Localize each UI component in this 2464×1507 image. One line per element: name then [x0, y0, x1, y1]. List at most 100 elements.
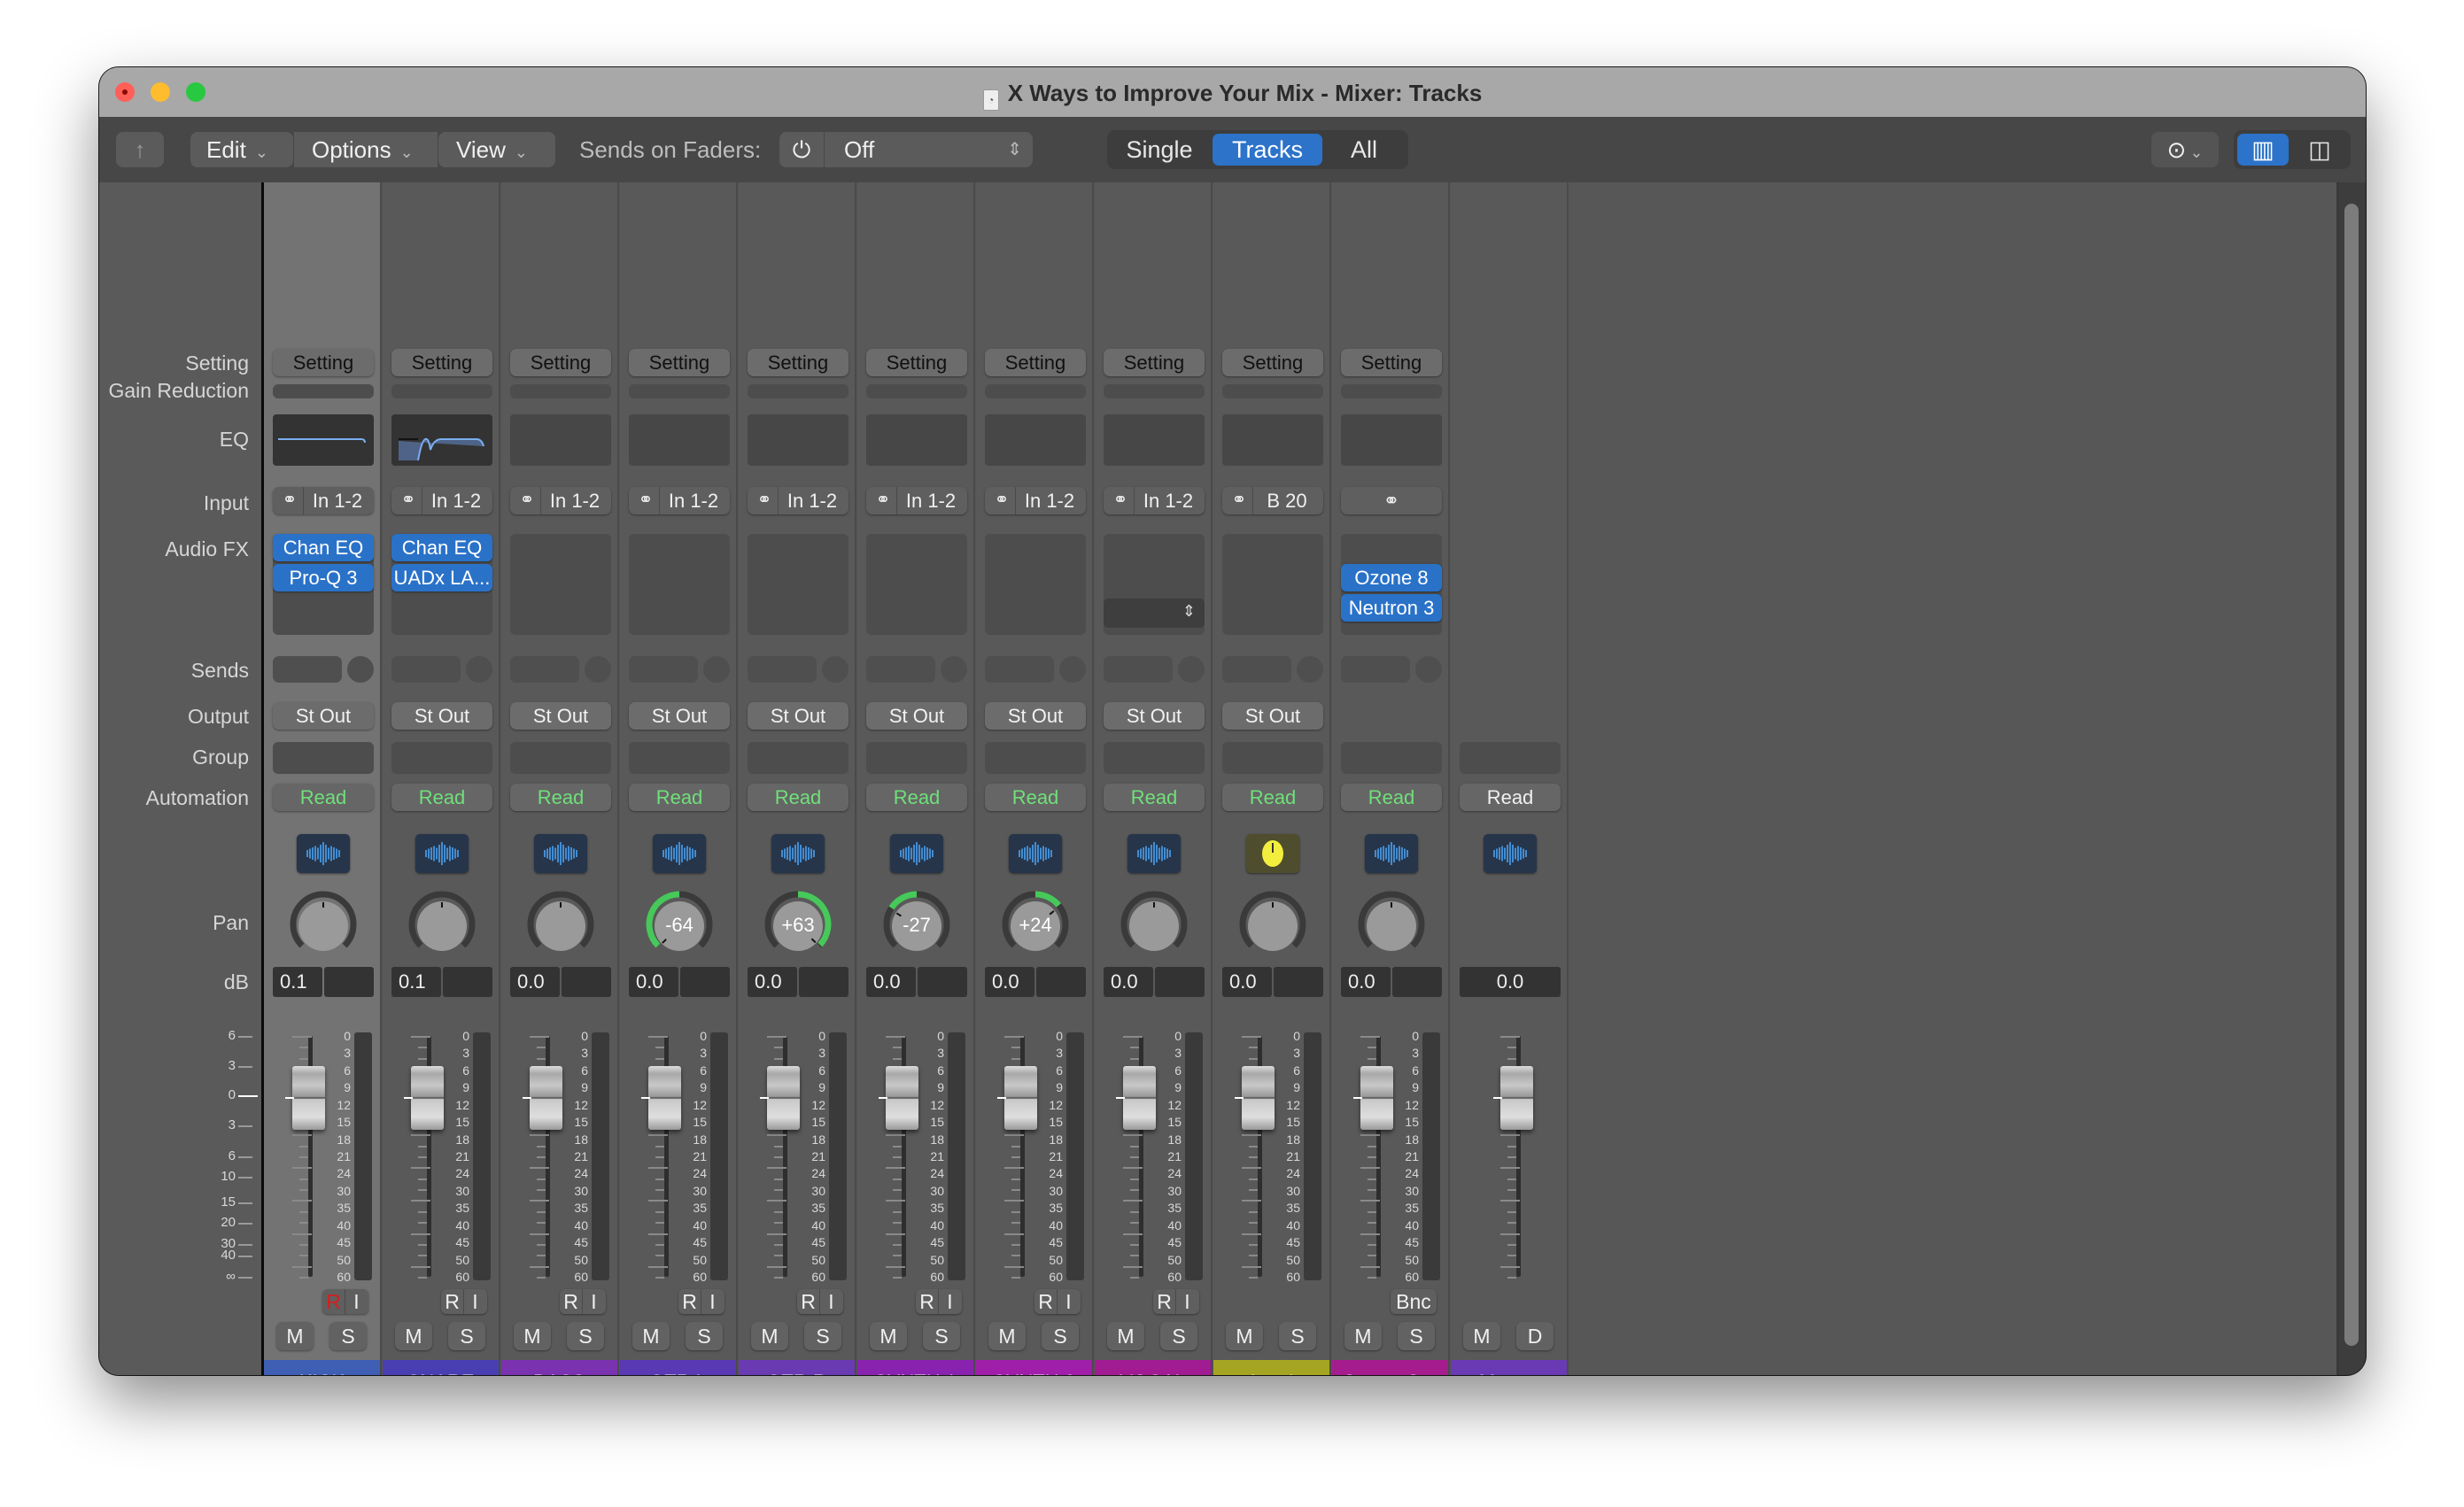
volume-db-value[interactable]: 0.1	[391, 967, 441, 997]
record-enable-button[interactable]: R	[678, 1289, 701, 1314]
input-selector[interactable]: ⚭ In 1-2	[1104, 487, 1205, 514]
output-selector[interactable]: St Out	[510, 702, 611, 730]
send-slot[interactable]	[629, 656, 698, 683]
track-icon[interactable]	[297, 834, 350, 873]
group-slot[interactable]	[1222, 742, 1323, 774]
audio-fx-area[interactable]	[510, 534, 611, 635]
pan-knob[interactable]	[1120, 891, 1188, 958]
automation-mode-button[interactable]: Read	[1341, 784, 1442, 811]
setting-button[interactable]: Setting	[1341, 349, 1442, 376]
send-slot[interactable]	[748, 656, 817, 683]
input-selector[interactable]: ⚭	[1341, 487, 1442, 514]
input-monitor-button[interactable]: I	[582, 1289, 605, 1314]
input-monitor-button[interactable]: I	[1175, 1289, 1198, 1314]
input-monitor-button[interactable]: I	[463, 1289, 486, 1314]
volume-fader-cap[interactable]	[292, 1066, 325, 1130]
output-selector[interactable]: St Out	[985, 702, 1086, 730]
track-icon[interactable]	[653, 834, 706, 873]
volume-fader-cap[interactable]	[1004, 1066, 1037, 1130]
record-enable-button[interactable]: R	[1153, 1289, 1175, 1314]
output-selector[interactable]: St Out	[629, 702, 730, 730]
automation-mode-button[interactable]: Read	[391, 784, 492, 811]
eq-thumbnail[interactable]	[273, 414, 374, 466]
mute-button[interactable]: M	[988, 1322, 1026, 1350]
pan-knob[interactable]	[527, 891, 594, 958]
input-monitor-button[interactable]: I	[345, 1289, 368, 1314]
dim-button[interactable]: D	[1516, 1322, 1554, 1350]
automation-mode-button[interactable]: Read	[273, 784, 374, 811]
volume-fader-cap[interactable]	[886, 1066, 918, 1130]
send-level-knob[interactable]	[1059, 656, 1086, 683]
pan-knob[interactable]: -64	[646, 891, 713, 958]
mute-button[interactable]: M	[1344, 1322, 1382, 1350]
send-slot[interactable]	[1104, 656, 1173, 683]
automation-mode-button[interactable]: Read	[748, 784, 848, 811]
volume-db-value[interactable]: 0.0	[629, 967, 678, 997]
send-level-knob[interactable]	[941, 656, 967, 683]
output-selector[interactable]: St Out	[1222, 702, 1323, 730]
volume-fader-cap[interactable]	[411, 1066, 444, 1130]
volume-db-value[interactable]: 0.0	[1341, 967, 1391, 997]
eq-thumbnail[interactable]	[1222, 414, 1323, 466]
track-name[interactable]: BASS	[501, 1360, 617, 1375]
track-name[interactable]: GTR R	[739, 1360, 855, 1375]
view-mode-single[interactable]: Single	[1112, 134, 1206, 166]
mute-button[interactable]: M	[870, 1322, 907, 1350]
track-icon[interactable]	[1127, 834, 1181, 873]
send-level-knob[interactable]	[1415, 656, 1442, 683]
track-icon[interactable]	[890, 834, 943, 873]
stereo-link-icon[interactable]: ⚭	[988, 487, 1016, 514]
eq-thumbnail[interactable]	[1341, 414, 1442, 466]
stereo-link-icon[interactable]: ⚭	[751, 487, 779, 514]
scrollbar-thumb[interactable]	[2344, 204, 2359, 1346]
track-name[interactable]: Master	[1451, 1360, 1567, 1375]
automation-mode-button[interactable]: Read	[866, 784, 967, 811]
track-name[interactable]: SNARE	[383, 1360, 499, 1375]
send-slot[interactable]	[391, 656, 461, 683]
track-icon[interactable]	[1246, 834, 1299, 873]
input-selector[interactable]: ⚭ In 1-2	[748, 487, 848, 514]
channel-strip[interactable]: Setting ⚭ In 1-2 St Out Read -27 0.0 0 3 6 9 12 15 18…	[857, 182, 975, 1375]
stereo-link-icon[interactable]: ⚭	[870, 487, 897, 514]
volume-fader-cap[interactable]	[767, 1066, 800, 1130]
channel-strip[interactable]: Setting ⚭ In 1-2 St Out Read -64 0.0 0 3 6 9 12 15 18…	[620, 182, 738, 1375]
eq-thumbnail[interactable]	[866, 414, 967, 466]
volume-fader-cap[interactable]	[530, 1066, 562, 1130]
send-level-knob[interactable]	[466, 656, 492, 683]
volume-db-value[interactable]: 0.0	[866, 967, 916, 997]
volume-db-value[interactable]: 0.0	[510, 967, 560, 997]
mute-button[interactable]: M	[751, 1322, 788, 1350]
setting-button[interactable]: Setting	[748, 349, 848, 376]
volume-fader-cap[interactable]	[1123, 1066, 1156, 1130]
pan-knob[interactable]	[408, 891, 476, 958]
input-selector[interactable]: ⚭ In 1-2	[273, 487, 374, 514]
track-name[interactable]: SYNTH 2	[976, 1360, 1092, 1375]
send-level-knob[interactable]	[347, 656, 374, 683]
record-enable-button[interactable]: R	[322, 1289, 345, 1314]
channel-strip[interactable]: Setting ⚭ In 1-2 Chan EQ Pro-Q 3 St Out Read 0.…	[264, 182, 382, 1375]
track-icon[interactable]	[1009, 834, 1062, 873]
stereo-link-icon[interactable]: ⚭	[276, 487, 304, 514]
mute-button[interactable]: M	[1107, 1322, 1144, 1350]
stereo-link-icon[interactable]: ⚭	[1107, 487, 1135, 514]
volume-db-value[interactable]: 0.1	[273, 967, 322, 997]
mute-button[interactable]: M	[395, 1322, 432, 1350]
view-menu[interactable]: View ⌄	[438, 132, 555, 167]
audio-fx-plugin[interactable]: UADx LA...	[391, 564, 492, 591]
automation-mode-button[interactable]: Read	[1222, 784, 1323, 811]
audio-fx-area[interactable]	[1222, 534, 1323, 635]
solo-button[interactable]: S	[1398, 1322, 1435, 1350]
send-slot[interactable]	[985, 656, 1054, 683]
input-monitor-button[interactable]: I	[701, 1289, 724, 1314]
track-icon[interactable]	[1365, 834, 1418, 873]
track-name[interactable]: Stereo Out	[1332, 1360, 1448, 1375]
setting-button[interactable]: Setting	[1104, 349, 1205, 376]
pan-knob[interactable]	[1239, 891, 1306, 958]
record-enable-button[interactable]: R	[560, 1289, 582, 1314]
send-slot[interactable]	[1222, 656, 1291, 683]
track-name[interactable]: KICK	[264, 1360, 380, 1375]
volume-db-value[interactable]: 0.0	[1104, 967, 1153, 997]
view-mode-tracks[interactable]: Tracks	[1213, 134, 1322, 166]
input-selector[interactable]: ⚭ In 1-2	[391, 487, 492, 514]
group-slot[interactable]	[273, 742, 374, 774]
